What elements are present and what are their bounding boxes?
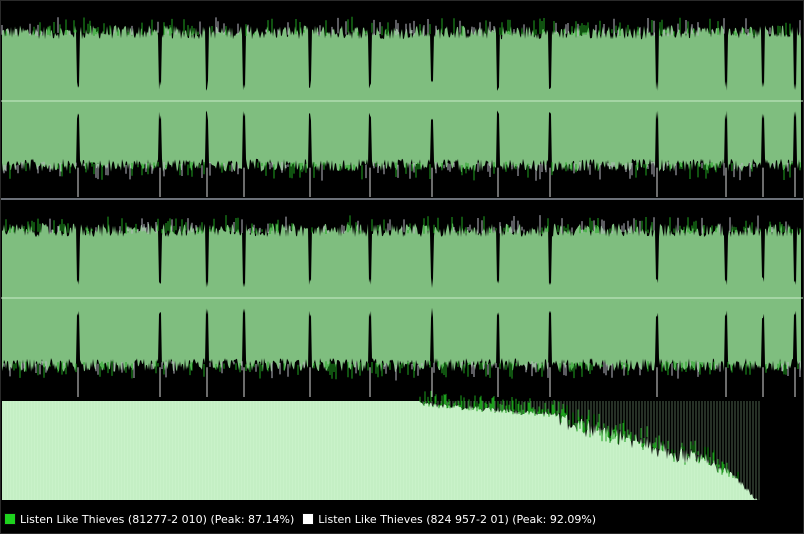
legend-item-track-b: Listen Like Thieves (824 957-2 01) (Peak… <box>302 513 596 526</box>
waveform-channel-left <box>0 16 804 197</box>
waveform-body <box>2 25 801 173</box>
waveform-channel-right <box>0 215 804 397</box>
legend-label-track-b: Listen Like Thieves (824 957-2 01) (Peak… <box>318 512 597 526</box>
legend-item-track-a: Listen Like Thieves (81277-2 010) (Peak:… <box>4 513 294 526</box>
legend: Listen Like Thieves (81277-2 010) (Peak:… <box>4 509 596 529</box>
segment-ticks <box>77 367 796 397</box>
spectrum-panel <box>2 390 760 500</box>
waveform-canvas[interactable] <box>0 0 804 534</box>
legend-label-track-a: Listen Like Thieves (81277-2 010) (Peak:… <box>20 512 295 526</box>
legend-swatch-track-b <box>302 513 315 525</box>
waveform-comparison-view: Listen Like Thieves (81277-2 010) (Peak:… <box>0 0 804 534</box>
legend-swatch-track-a <box>4 513 16 525</box>
